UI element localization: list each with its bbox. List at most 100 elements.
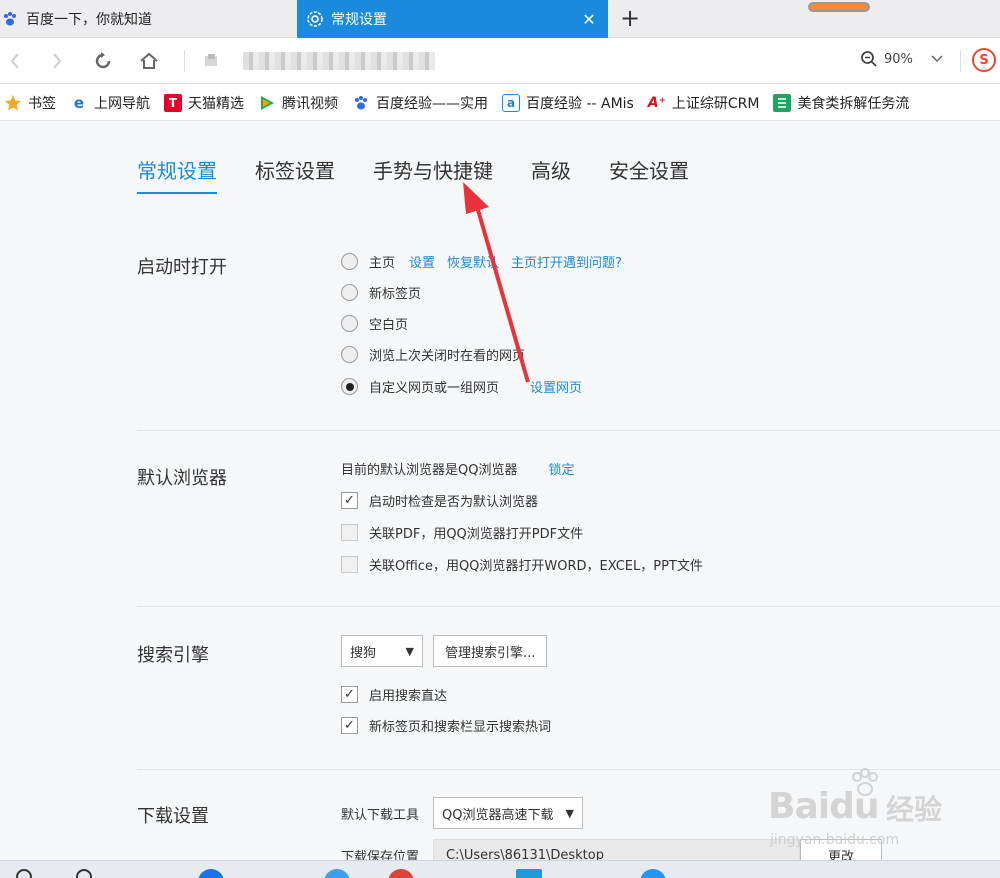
section-title-search: 搜索引擎 <box>137 645 209 666</box>
zoom-icon <box>861 51 877 67</box>
edge-icon[interactable] <box>198 869 224 878</box>
radio-button[interactable] <box>341 346 358 363</box>
app-icon[interactable] <box>516 869 542 878</box>
tab-security[interactable]: 安全设置 <box>609 155 689 194</box>
search-icon[interactable] <box>16 869 32 878</box>
section-title-download: 下载设置 <box>137 806 209 827</box>
qq-browser-icon[interactable] <box>640 869 666 878</box>
bookmark-item[interactable]: A⁺ 上证综研CRM <box>648 93 760 113</box>
show-hot-words[interactable]: ✓ 新标签页和搜索栏显示搜索热词 <box>341 716 551 735</box>
startup-option-last-session[interactable]: 浏览上次关闭时在看的网页 <box>341 345 525 364</box>
bookmark-item[interactable]: a 百度经验 -- AMis <box>502 93 634 113</box>
bookmark-label: 腾讯视频 <box>282 95 338 112</box>
section-title-default-browser: 默认浏览器 <box>137 468 227 489</box>
chevron-down-icon[interactable] <box>931 52 943 66</box>
check-default-on-start[interactable]: ✓ 启动时检查是否为默认浏览器 <box>341 491 538 510</box>
home-icon[interactable] <box>136 48 162 74</box>
radio-button[interactable] <box>341 253 358 270</box>
download-tool-select[interactable]: QQ浏览器高速下载 ▼ <box>433 797 584 829</box>
option-label: 主页 <box>369 256 396 271</box>
bookmark-label: 书签 <box>28 95 56 112</box>
bookmark-label: 上证综研CRM <box>671 95 760 112</box>
default-browser-status: 目前的默认浏览器是QQ浏览器 锁定 <box>341 459 574 478</box>
bookmark-item[interactable]: 腾讯视频 <box>258 93 338 113</box>
forward-icon[interactable] <box>44 48 70 74</box>
associate-office[interactable]: 关联Office，用QQ浏览器打开WORD，EXCEL，PPT文件 <box>341 555 703 574</box>
enable-search-direct[interactable]: ✓ 启用搜索直达 <box>341 685 447 704</box>
radio-button[interactable] <box>341 284 358 301</box>
back-icon[interactable] <box>2 48 28 74</box>
option-label: 关联Office，用QQ浏览器打开WORD，EXCEL，PPT文件 <box>369 559 703 574</box>
tab-general[interactable]: 常规设置 <box>137 155 217 194</box>
crm-icon: A⁺ <box>647 94 666 111</box>
refresh-icon[interactable] <box>90 48 116 74</box>
bookmark-item[interactable]: 美食类拆解任务流 <box>773 93 909 113</box>
radio-button-selected[interactable] <box>341 378 358 395</box>
bookmark-item[interactable]: T 天猫精选 <box>164 93 244 113</box>
radio-button[interactable] <box>341 315 358 332</box>
star-icon <box>4 94 22 112</box>
bookmark-item[interactable]: 书签 <box>4 93 56 113</box>
baidu-paw-icon <box>0 9 20 29</box>
watermark-url: jingyan.baidu.com <box>770 832 900 848</box>
checkbox-checked[interactable]: ✓ <box>341 717 358 734</box>
checkbox[interactable] <box>341 524 358 541</box>
new-tab-button[interactable]: + <box>618 4 642 32</box>
zoom-control[interactable]: 90% <box>860 50 943 68</box>
bookmark-label: 天猫精选 <box>188 95 244 112</box>
tab-labels[interactable]: 标签设置 <box>255 155 335 194</box>
tab-gestures-shortcuts[interactable]: 手势与快捷键 <box>373 155 493 194</box>
lock-link[interactable]: 锁定 <box>548 459 574 478</box>
section-divider <box>137 606 1000 607</box>
bookmark-item[interactable]: e 上网导航 <box>70 93 150 113</box>
tab-strip: 百度一下，你就知道 常规设置 ✕ + <box>0 0 1000 38</box>
app-icon[interactable] <box>388 869 414 878</box>
checkbox-checked[interactable]: ✓ <box>341 492 358 509</box>
checkbox-checked[interactable]: ✓ <box>341 686 358 703</box>
url-text-blurred[interactable] <box>243 52 435 70</box>
amis-icon: a <box>502 93 520 112</box>
tencent-video-icon <box>258 94 276 112</box>
bookmark-label: 百度经验 -- AMis <box>526 95 634 112</box>
section-title-startup: 启动时打开 <box>137 257 227 278</box>
startup-option-homepage[interactable]: 主页 设置 恢复默认 主页打开遇到问题? <box>341 252 622 271</box>
search-engine-select[interactable]: 搜狗 ▼ <box>341 635 423 667</box>
browser-tab-settings[interactable]: 常规设置 ✕ <box>297 0 608 38</box>
tab-title: 百度一下，你就知道 <box>26 12 152 28</box>
section-divider <box>137 430 1000 431</box>
bookmark-item[interactable]: 百度经验——实用 <box>352 93 488 113</box>
tab-title: 常规设置 <box>331 12 387 28</box>
set-pages-link[interactable]: 设置网页 <box>530 377 582 396</box>
startup-option-blank[interactable]: 空白页 <box>341 314 408 333</box>
browser-tab-baidu[interactable]: 百度一下，你就知道 <box>0 0 296 38</box>
annotation-arrow <box>463 182 530 383</box>
os-taskbar <box>0 860 1000 878</box>
close-tab-icon[interactable]: ✕ <box>580 10 598 29</box>
associate-pdf[interactable]: 关联PDF，用QQ浏览器打开PDF文件 <box>341 523 583 542</box>
startup-option-custom[interactable]: 自定义网页或一组网页 设置网页 <box>341 377 582 396</box>
tab-scroll-indicator[interactable] <box>808 2 870 12</box>
address-bar: 90% S <box>0 38 1000 84</box>
security-icon[interactable] <box>198 48 224 74</box>
startup-option-newtab[interactable]: 新标签页 <box>341 283 421 302</box>
sogou-search-icon[interactable]: S <box>972 48 996 72</box>
option-label: 空白页 <box>369 318 409 333</box>
checkbox[interactable] <box>341 556 358 573</box>
option-label: 自定义网页或一组网页 <box>369 381 500 396</box>
manage-search-engines-button[interactable]: 管理搜索引擎... <box>433 635 548 667</box>
bookmarks-bar: 书签 e 上网导航 T 天猫精选 腾讯视频 百度经验——实用 a 百度经验 --… <box>0 85 1000 121</box>
homepage-help-link[interactable]: 主页打开遇到问题? <box>511 252 622 271</box>
tab-advanced[interactable]: 高级 <box>531 155 571 194</box>
watermark-brand: Baidu <box>768 786 879 827</box>
set-homepage-link[interactable]: 设置 <box>409 252 435 271</box>
status-text: 目前的默认浏览器是QQ浏览器 <box>341 463 518 478</box>
option-label: 新标签页 <box>369 287 422 302</box>
selected-tool: QQ浏览器高速下载 <box>442 807 554 823</box>
restore-default-link[interactable]: 恢复默认 <box>447 252 499 271</box>
divider <box>960 50 961 72</box>
cortana-icon[interactable] <box>76 869 92 878</box>
dropdown-arrow-icon: ▼ <box>565 806 575 820</box>
option-label: 启用搜索直达 <box>369 689 448 704</box>
ie-icon: e <box>73 93 85 112</box>
app-icon[interactable] <box>324 869 350 878</box>
